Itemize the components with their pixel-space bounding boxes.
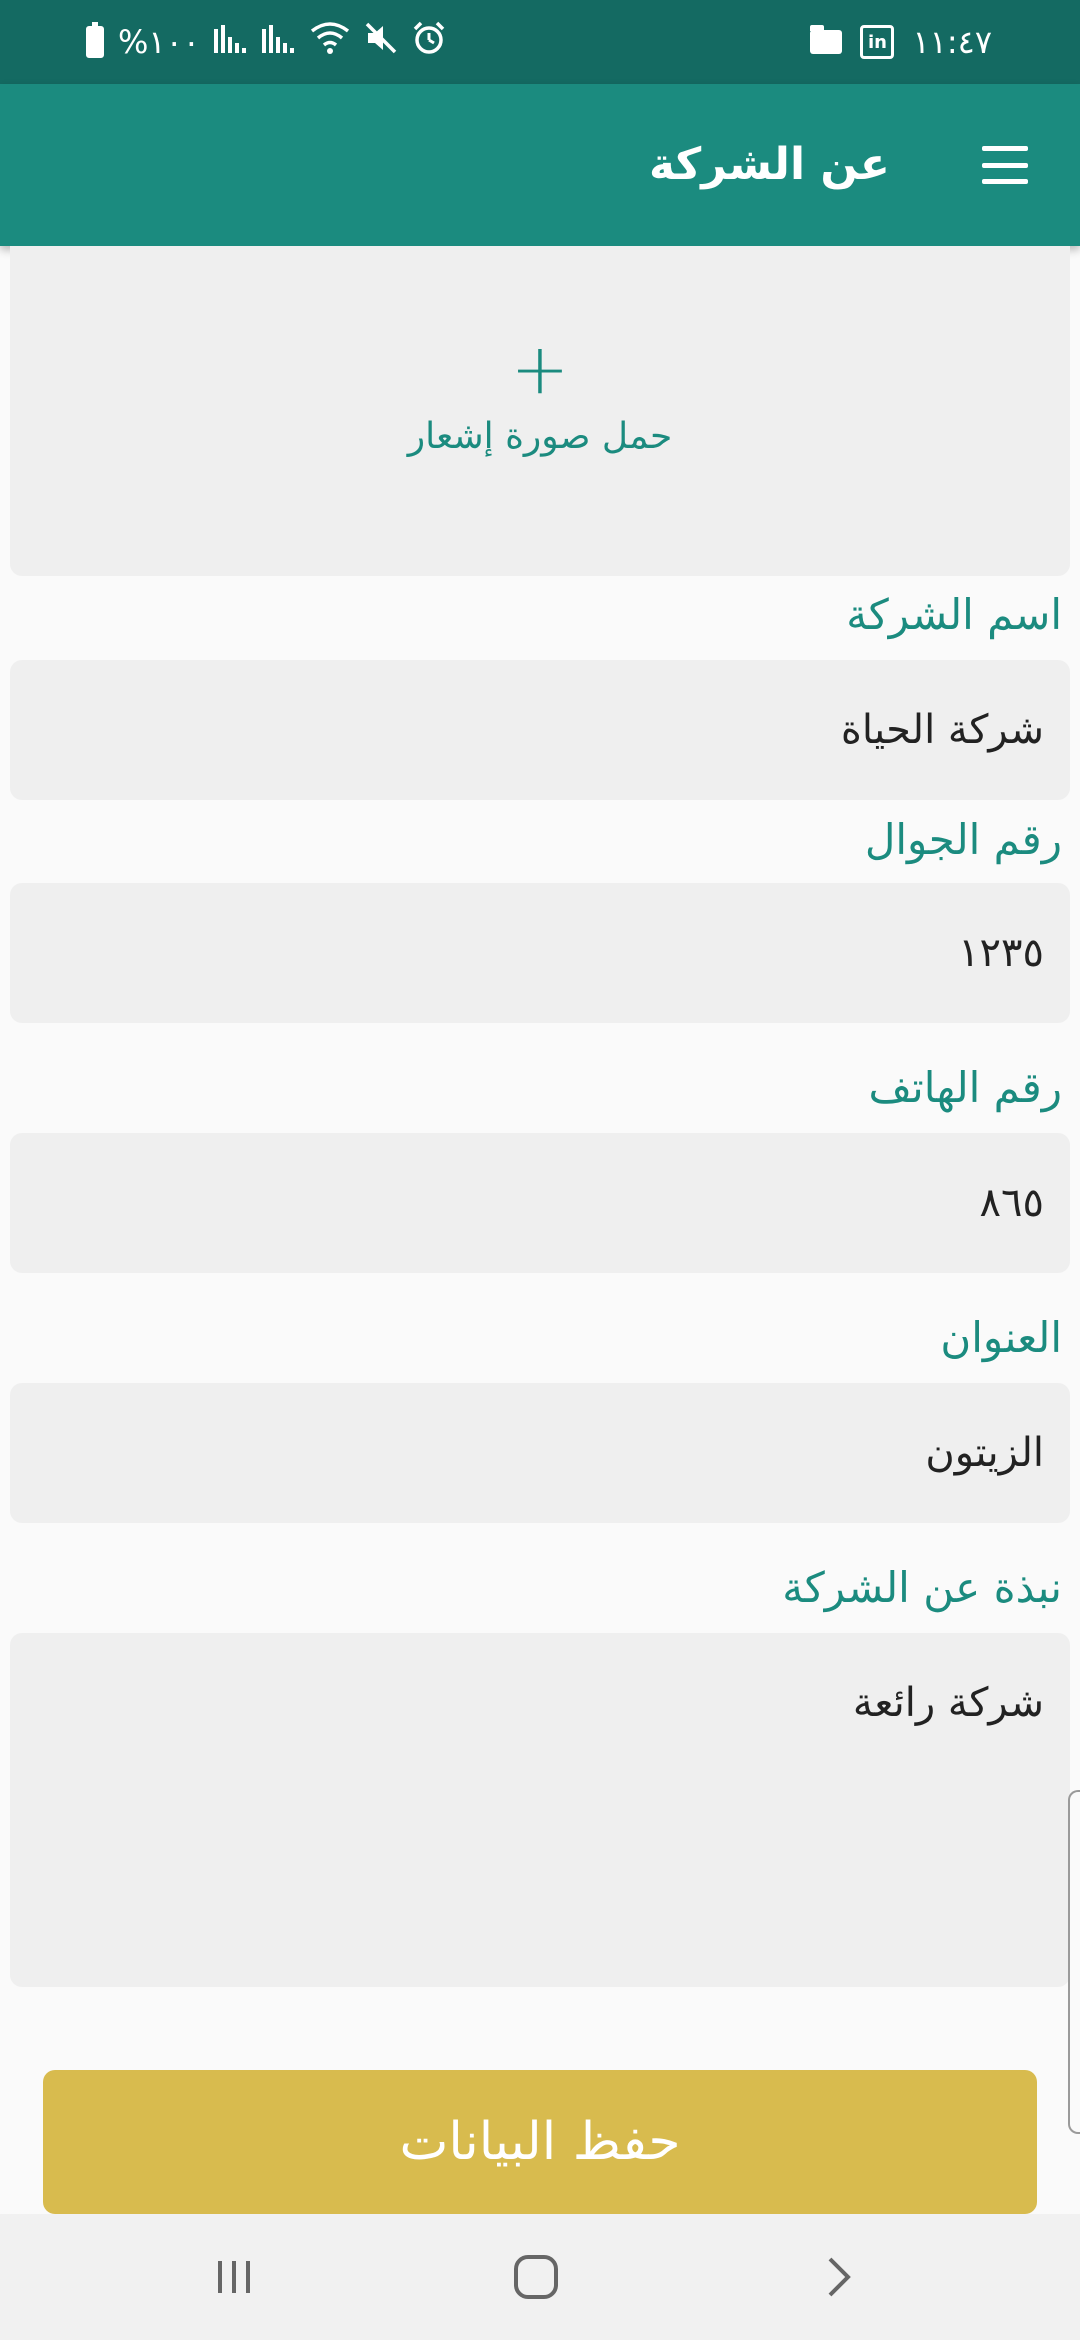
mobile-number-field[interactable]: ١٢٣٥ [10, 883, 1070, 1023]
status-time: ١١:٤٧ [912, 23, 992, 61]
alarm-icon [412, 21, 446, 63]
wifi-icon [310, 21, 350, 63]
plus-icon: + [510, 328, 570, 410]
home-icon[interactable] [466, 2214, 606, 2340]
address-label: العنوان [940, 1313, 1062, 1362]
save-data-button[interactable]: حفظ البيانات [43, 2070, 1037, 2214]
battery-percentage: %١٠٠ [118, 23, 200, 61]
company-name-field[interactable]: شركة الحياة [10, 660, 1070, 800]
scroll-handle[interactable] [1068, 1790, 1080, 2134]
status-bar: %١٠٠ in ١١:٤٧ [0, 0, 1080, 84]
menu-line [982, 162, 1028, 168]
status-left-icons: %١٠٠ [86, 0, 446, 84]
app-bar: عن الشركة [0, 84, 1080, 246]
address-field[interactable]: الزيتون [10, 1383, 1070, 1523]
about-company-field[interactable]: شركة رائعة [10, 1633, 1070, 1987]
hamburger-menu-icon[interactable] [978, 138, 1032, 192]
folder-icon [810, 25, 843, 54]
linkedin-icon: in [860, 25, 895, 59]
mobile-number-label: رقم الجوال [864, 815, 1062, 864]
upload-notification-image-button[interactable]: + حمل صورة إشعار [10, 246, 1070, 576]
mute-icon [364, 21, 398, 63]
upload-label: حمل صورة إشعار [407, 416, 673, 457]
company-name-label: اسم الشركة [846, 590, 1062, 639]
signal-icon [213, 23, 248, 61]
phone-number-field[interactable]: ٨٦٥ [10, 1133, 1070, 1273]
menu-line [982, 179, 1028, 184]
recent-apps-icon[interactable] [164, 2214, 304, 2340]
about-company-label: نبذة عن الشركة [782, 1563, 1062, 1612]
page-title: عن الشركة [649, 139, 890, 190]
menu-line [982, 146, 1028, 151]
status-right-icons: in ١١:٤٧ [810, 0, 992, 84]
signal-icon [261, 23, 296, 61]
back-icon[interactable] [768, 2214, 908, 2340]
phone-number-label: رقم الهاتف [868, 1063, 1062, 1112]
system-nav-bar [0, 2214, 1080, 2340]
battery-icon [86, 22, 104, 58]
